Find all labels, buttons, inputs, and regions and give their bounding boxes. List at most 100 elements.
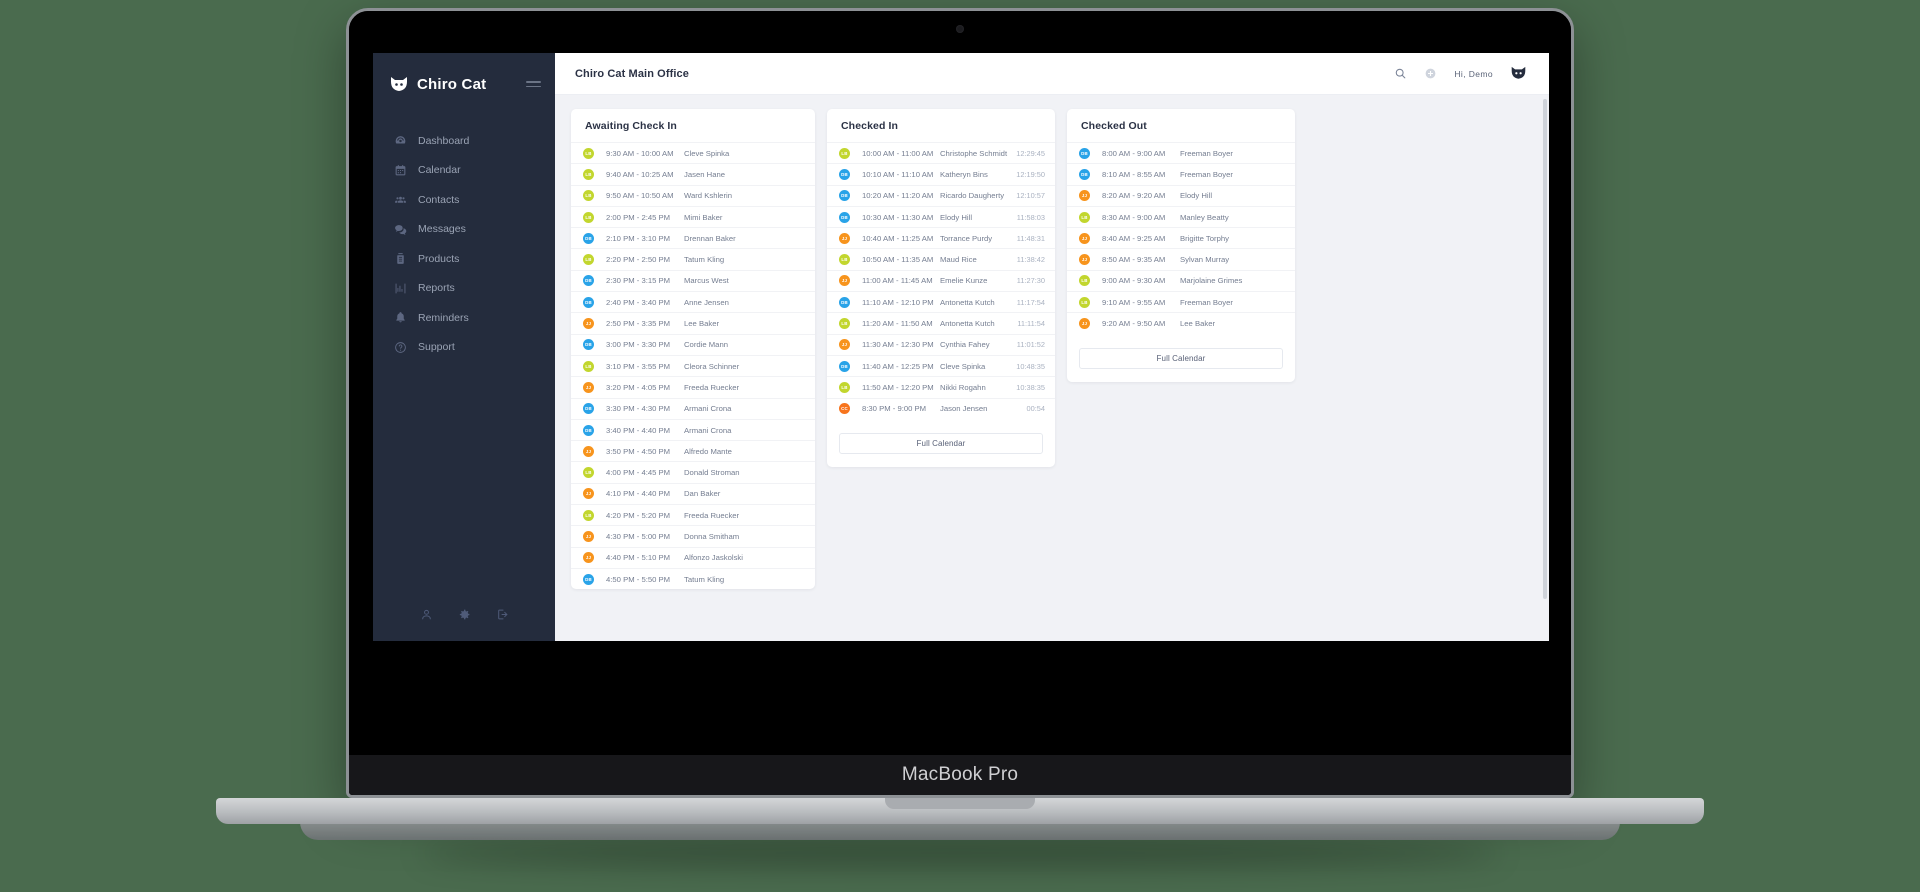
patient-name: Maud Rice xyxy=(940,255,977,265)
appointment-row[interactable]: LB 9:10 AM - 9:55 AM Freeman Boyer xyxy=(1067,291,1295,312)
appointment-board: Awaiting Check In LB 9:30 AM - 10:00 AM Cl… xyxy=(555,95,1549,641)
appointment-row[interactable]: DB 8:10 AM - 8:55 AM Freeman Boyer xyxy=(1067,163,1295,184)
appointment-row[interactable]: LB 9:40 AM - 10:25 AM Jasen Hane xyxy=(571,163,815,184)
appointment-row[interactable]: DB 11:10 AM - 12:10 PM Antonetta Kutch 11:1… xyxy=(827,291,1055,312)
provider-initials-badge: DB xyxy=(583,573,594,585)
sidebar-item-calendar[interactable]: Calendar xyxy=(373,156,555,186)
appointment-row[interactable]: JJ 4:30 PM - 5:00 PM Donna Smitham xyxy=(571,525,815,546)
appointment-row[interactable]: DB 2:40 PM - 3:40 PM Anne Jensen xyxy=(571,291,815,312)
appointment-row[interactable]: JJ 8:20 AM - 9:20 AM Elody Hill xyxy=(1067,184,1295,206)
patient-name: Katheryn Bins xyxy=(940,169,988,179)
appointment-row[interactable]: LB 4:20 PM - 5:20 PM Freeda Ruecker xyxy=(571,504,815,525)
main-content: Chiro Cat Main Office Hi, Demo Awaiting … xyxy=(555,53,1549,641)
elapsed-duration: 11:11:54 xyxy=(1017,319,1045,329)
appointment-row[interactable]: JJ 9:20 AM - 9:50 AM Lee Baker xyxy=(1067,312,1295,333)
appointment-row[interactable]: LB 4:00 PM - 4:45 PM Donald Stroman xyxy=(571,461,815,482)
sidebar-bottom-toolbar xyxy=(373,587,555,641)
sidebar-item-messages[interactable]: Messages xyxy=(373,215,555,245)
sidebar-item-dashboard[interactable]: Dashboard xyxy=(373,126,555,156)
provider-initials-badge: LB xyxy=(583,360,594,372)
appointment-row[interactable]: DB 10:20 AM - 11:20 AM Ricardo Daugherty 12… xyxy=(827,184,1055,206)
patient-name: Antonetta Kutch xyxy=(940,297,995,307)
patient-name: Donald Stroman xyxy=(684,468,740,478)
appointment-row[interactable]: JJ 4:10 PM - 4:40 PM Dan Baker xyxy=(571,482,815,504)
patient-name: Tatum Kling xyxy=(684,574,725,584)
appointment-time: 11:20 AM - 11:50 AM xyxy=(862,319,933,329)
appointment-row[interactable]: LB 10:00 AM - 11:00 AM Christophe Schmidt 1… xyxy=(827,142,1055,163)
elapsed-duration: 11:38:42 xyxy=(1016,255,1045,265)
appointment-row[interactable]: JJ 8:40 AM - 9:25 AM Brigitte Torphy xyxy=(1067,227,1295,248)
patient-name: Marjolaine Grimes xyxy=(1180,276,1243,286)
appointment-row[interactable]: LB 9:50 AM - 10:50 AM Ward Kshlerin xyxy=(571,184,815,206)
sidebar-item-products[interactable]: Products xyxy=(373,244,555,274)
appointment-row[interactable]: LB 11:50 AM - 12:20 PM Nikki Rogahn 10:38:3… xyxy=(827,376,1055,397)
provider-initials-badge: LB xyxy=(839,147,850,159)
appointment-row[interactable]: DB 2:30 PM - 3:15 PM Marcus West xyxy=(571,269,815,291)
cat-face-avatar-icon[interactable] xyxy=(1510,66,1527,81)
provider-initials-badge: LB xyxy=(839,318,850,330)
appointment-row[interactable]: LB 2:00 PM - 2:45 PM Mimi Baker xyxy=(571,205,815,227)
plus-circle-icon[interactable] xyxy=(1424,67,1437,80)
sidebar-item-reports[interactable]: Reports xyxy=(373,274,555,304)
provider-initials-badge: LB xyxy=(583,168,594,180)
appointment-time: 10:00 AM - 11:00 AM xyxy=(862,148,934,158)
user-profile-icon[interactable] xyxy=(420,608,433,621)
appointment-row[interactable]: LB 8:30 AM - 9:00 AM Manley Beatty xyxy=(1067,205,1295,227)
appointment-row[interactable]: JJ 3:20 PM - 4:05 PM Freeda Ruecker xyxy=(571,376,815,397)
patient-name: Jason Jensen xyxy=(940,404,988,414)
appointment-time: 8:40 AM - 9:25 AM xyxy=(1102,233,1166,243)
appointment-row[interactable]: DB 2:10 PM - 3:10 PM Drennan Baker xyxy=(571,227,815,248)
appointment-row[interactable]: CC 8:30 PM - 9:00 PM Jason Jensen 00:54 xyxy=(827,397,1055,419)
appointment-row[interactable]: JJ 8:50 AM - 9:35 AM Sylvan Murray xyxy=(1067,248,1295,269)
patient-name: Sylvan Murray xyxy=(1180,255,1230,265)
hamburger-icon[interactable] xyxy=(526,81,541,87)
appointment-row[interactable]: DB 11:40 AM - 12:25 PM Cleve Spinka 10:48:3… xyxy=(827,354,1055,376)
sidebar-item-reminders[interactable]: Reminders xyxy=(373,303,555,333)
appointment-row[interactable]: LB 2:20 PM - 2:50 PM Tatum Kling xyxy=(571,248,815,269)
provider-initials-badge: LB xyxy=(583,211,594,223)
appointment-row[interactable]: JJ 2:50 PM - 3:35 PM Lee Baker xyxy=(571,312,815,333)
patient-name: Mimi Baker xyxy=(684,212,723,222)
appointment-row[interactable]: LB 3:10 PM - 3:55 PM Cleora Schinner xyxy=(571,354,815,376)
sidebar-item-contacts[interactable]: Contacts xyxy=(373,185,555,215)
appointment-row[interactable]: DB 3:40 PM - 4:40 PM Armani Crona xyxy=(571,418,815,440)
appointment-row[interactable]: LB 10:50 AM - 11:35 AM Maud Rice 11:38:42 xyxy=(827,248,1055,269)
appointment-row[interactable]: DB 3:00 PM - 3:30 PM Cordie Mann xyxy=(571,333,815,355)
appointment-row[interactable]: DB 8:00 AM - 9:00 AM Freeman Boyer xyxy=(1067,142,1295,163)
search-icon[interactable] xyxy=(1394,67,1407,80)
calendar-icon xyxy=(394,164,407,177)
appointment-row[interactable]: LB 9:30 AM - 10:00 AM Cleve Spinka xyxy=(571,142,815,163)
provider-initials-badge: LB xyxy=(1079,275,1090,287)
sidebar-item-support[interactable]: Support xyxy=(373,333,555,363)
appointment-row[interactable]: JJ 11:30 AM - 12:30 PM Cynthia Fahey 11:01:… xyxy=(827,333,1055,355)
appointment-row[interactable]: DB 3:30 PM - 4:30 PM Armani Crona xyxy=(571,397,815,419)
elapsed-duration: 12:10:57 xyxy=(1016,191,1045,201)
provider-initials-badge: JJ xyxy=(839,275,850,287)
settings-gear-icon[interactable] xyxy=(458,608,471,621)
provider-initials-badge: JJ xyxy=(1079,318,1090,330)
full-calendar-button[interactable]: Full Calendar xyxy=(1079,347,1283,369)
provider-initials-badge: JJ xyxy=(583,445,594,457)
full-calendar-button[interactable]: Full Calendar xyxy=(839,432,1043,454)
provider-initials-badge: DB xyxy=(1079,168,1090,180)
appointment-row[interactable]: DB 10:30 AM - 11:30 AM Elody Hill 11:58:03 xyxy=(827,205,1055,227)
appointment-row[interactable]: JJ 11:00 AM - 11:45 AM Emelie Kunze 11:27:3… xyxy=(827,269,1055,291)
provider-initials-badge: LB xyxy=(839,254,850,266)
page-scrollbar[interactable] xyxy=(1543,99,1547,599)
sidebar-item-label: Reports xyxy=(418,282,455,295)
appointment-time: 11:50 AM - 12:20 PM xyxy=(862,382,934,392)
appointment-row[interactable]: DB 4:50 PM - 5:50 PM Tatum Kling xyxy=(571,567,815,589)
patient-name: Alfredo Mante xyxy=(684,446,732,456)
brand-header: Chiro Cat xyxy=(373,53,555,99)
appointment-row[interactable]: LB 11:20 AM - 11:50 AM Antonetta Kutch 11:1… xyxy=(827,312,1055,333)
provider-initials-badge: LB xyxy=(839,381,850,393)
appointment-row[interactable]: JJ 10:40 AM - 11:25 AM Torrance Purdy 11:48… xyxy=(827,227,1055,248)
appointment-time: 4:50 PM - 5:50 PM xyxy=(606,574,671,584)
logout-icon[interactable] xyxy=(496,608,509,621)
appointment-row[interactable]: DB 10:10 AM - 11:10 AM Katheryn Bins 12:19:… xyxy=(827,163,1055,184)
appointment-row[interactable]: JJ 3:50 PM - 4:50 PM Alfredo Mante xyxy=(571,440,815,461)
appointment-row[interactable]: LB 9:00 AM - 9:30 AM Marjolaine Grimes xyxy=(1067,269,1295,291)
patient-name: Armani Crona xyxy=(684,425,732,435)
patient-name: Ward Kshlerin xyxy=(684,191,732,201)
appointment-row[interactable]: JJ 4:40 PM - 5:10 PM Alfonzo Jaskolski xyxy=(571,546,815,568)
